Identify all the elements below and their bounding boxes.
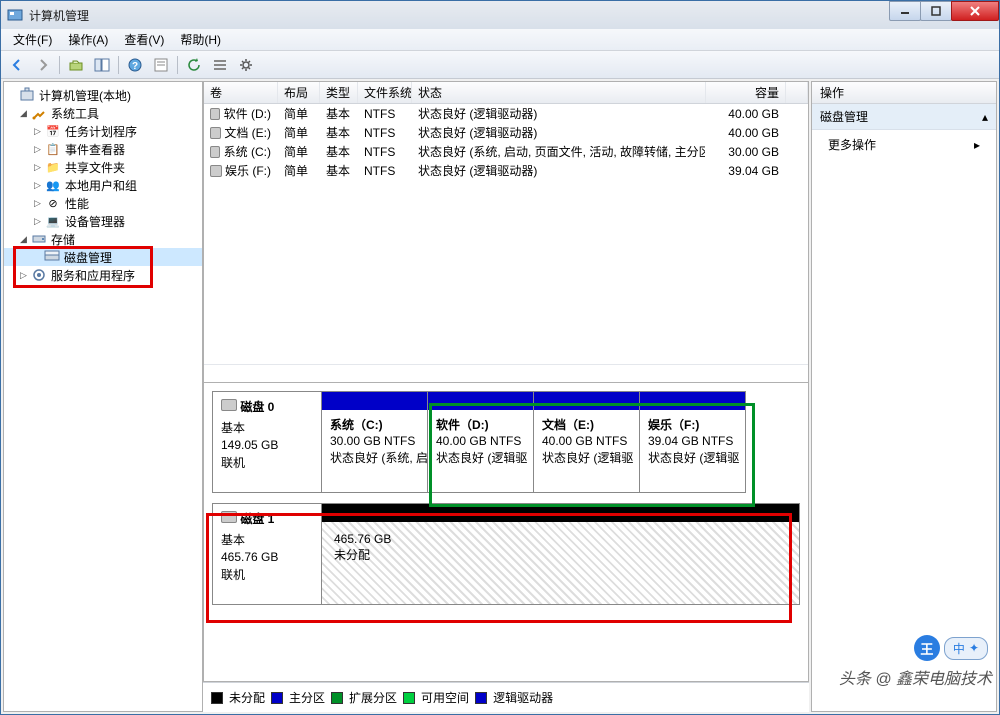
app-icon xyxy=(7,7,23,23)
partition[interactable]: 系统（C:)30.00 GB NTFS状态良好 (系统, 启 xyxy=(321,391,428,493)
ime-badge[interactable]: 王 中✦ xyxy=(914,635,988,661)
legend-primary-swatch xyxy=(271,692,283,704)
partition[interactable]: 娱乐（F:)39.04 GB NTFS状态良好 (逻辑驱 xyxy=(639,391,746,493)
col-fs[interactable]: 文件系统 xyxy=(358,82,412,103)
legend: 未分配 主分区 扩展分区 可用空间 逻辑驱动器 xyxy=(203,682,809,712)
disk-row: 磁盘 1基本465.76 GB联机465.76 GB未分配 xyxy=(212,503,800,605)
legend-ext-swatch xyxy=(331,692,343,704)
tree-root[interactable]: 计算机管理(本地) xyxy=(4,86,202,104)
collapse-icon: ▴ xyxy=(982,110,988,124)
tree-item[interactable]: ▷📁共享文件夹 xyxy=(4,158,202,176)
menu-file[interactable]: 文件(F) xyxy=(5,29,60,50)
volume-row[interactable]: 软件 (D:)简单基本NTFS状态良好 (逻辑驱动器)40.00 GB xyxy=(204,104,808,123)
partition[interactable]: 文档（E:)40.00 GB NTFS状态良好 (逻辑驱 xyxy=(533,391,640,493)
volume-list: 卷 布局 类型 文件系统 状态 容量 软件 (D:)简单基本NTFS状态良好 (… xyxy=(203,81,809,383)
actions-more[interactable]: 更多操作▸ xyxy=(812,130,996,159)
col-capacity[interactable]: 容量 xyxy=(706,82,786,103)
menu-view[interactable]: 查看(V) xyxy=(116,29,172,50)
window-title: 计算机管理 xyxy=(29,7,890,24)
minimize-button[interactable] xyxy=(889,1,921,21)
actions-header: 操作 xyxy=(812,82,996,104)
volume-row[interactable]: 系统 (C:)简单基本NTFS状态良好 (系统, 启动, 页面文件, 活动, 故… xyxy=(204,142,808,161)
partition[interactable]: 软件（D:)40.00 GB NTFS状态良好 (逻辑驱 xyxy=(427,391,534,493)
refresh-button[interactable] xyxy=(182,54,206,76)
forward-button[interactable] xyxy=(31,54,55,76)
disk-info[interactable]: 磁盘 0基本149.05 GB联机 xyxy=(212,391,322,493)
tree-services[interactable]: ▷服务和应用程序 xyxy=(4,266,202,284)
close-button[interactable] xyxy=(951,1,999,21)
settings-icon[interactable] xyxy=(234,54,258,76)
disk-icon xyxy=(221,511,237,523)
legend-logical-swatch xyxy=(475,692,487,704)
legend-free-swatch xyxy=(403,692,415,704)
actions-group[interactable]: 磁盘管理▴ xyxy=(812,104,996,130)
col-status[interactable]: 状态 xyxy=(412,82,706,103)
menu-help[interactable]: 帮助(H) xyxy=(172,29,229,50)
up-button[interactable] xyxy=(64,54,88,76)
tree-item[interactable]: ▷⊘性能 xyxy=(4,194,202,212)
back-button[interactable] xyxy=(5,54,29,76)
drive-icon xyxy=(210,108,220,120)
tree-panel: 计算机管理(本地) ◢系统工具 ▷📅任务计划程序▷📋事件查看器▷📁共享文件夹▷👥… xyxy=(3,81,203,712)
disk-graphic-panel: 磁盘 0基本149.05 GB联机系统（C:)30.00 GB NTFS状态良好… xyxy=(203,383,809,682)
col-layout[interactable]: 布局 xyxy=(278,82,320,103)
col-volume[interactable]: 卷 xyxy=(204,82,278,103)
legend-unalloc-swatch xyxy=(211,692,223,704)
show-hide-tree-button[interactable] xyxy=(90,54,114,76)
tree-item[interactable]: ▷👥本地用户和组 xyxy=(4,176,202,194)
actions-panel: 操作 磁盘管理▴ 更多操作▸ xyxy=(811,81,997,712)
properties-button[interactable] xyxy=(149,54,173,76)
toolbar: ? xyxy=(1,51,999,79)
tree-item[interactable]: ▷💻设备管理器 xyxy=(4,212,202,230)
tree-storage[interactable]: ◢存储 xyxy=(4,230,202,248)
help-icon[interactable]: ? xyxy=(123,54,147,76)
disk-row: 磁盘 0基本149.05 GB联机系统（C:)30.00 GB NTFS状态良好… xyxy=(212,391,800,493)
tree-diskmgmt[interactable]: 磁盘管理 xyxy=(4,248,202,266)
drive-icon xyxy=(210,146,220,158)
volume-row[interactable]: 文档 (E:)简单基本NTFS状态良好 (逻辑驱动器)40.00 GB xyxy=(204,123,808,142)
title-bar: 计算机管理 xyxy=(1,1,999,29)
drive-icon xyxy=(210,165,222,177)
horizontal-scrollbar[interactable] xyxy=(204,364,808,382)
tree-item[interactable]: ▷📋事件查看器 xyxy=(4,140,202,158)
drive-icon xyxy=(210,127,221,139)
disk-info[interactable]: 磁盘 1基本465.76 GB联机 xyxy=(212,503,322,605)
volume-header: 卷 布局 类型 文件系统 状态 容量 xyxy=(204,82,808,104)
unallocated-space[interactable]: 465.76 GB未分配 xyxy=(321,503,800,605)
disk-icon xyxy=(221,399,237,411)
volume-row[interactable]: 娱乐 (F:)简单基本NTFS状态良好 (逻辑驱动器)39.04 GB xyxy=(204,161,808,180)
chevron-right-icon: ▸ xyxy=(974,138,980,152)
menu-bar: 文件(F) 操作(A) 查看(V) 帮助(H) xyxy=(1,29,999,51)
menu-action[interactable]: 操作(A) xyxy=(60,29,116,50)
svg-text:?: ? xyxy=(132,61,138,72)
maximize-button[interactable] xyxy=(920,1,952,21)
tree-systools[interactable]: ◢系统工具 xyxy=(4,104,202,122)
tree-item[interactable]: ▷📅任务计划程序 xyxy=(4,122,202,140)
col-type[interactable]: 类型 xyxy=(320,82,358,103)
list-view-button[interactable] xyxy=(208,54,232,76)
watermark: 头条 @ 鑫荣电脑技术 xyxy=(839,665,992,689)
